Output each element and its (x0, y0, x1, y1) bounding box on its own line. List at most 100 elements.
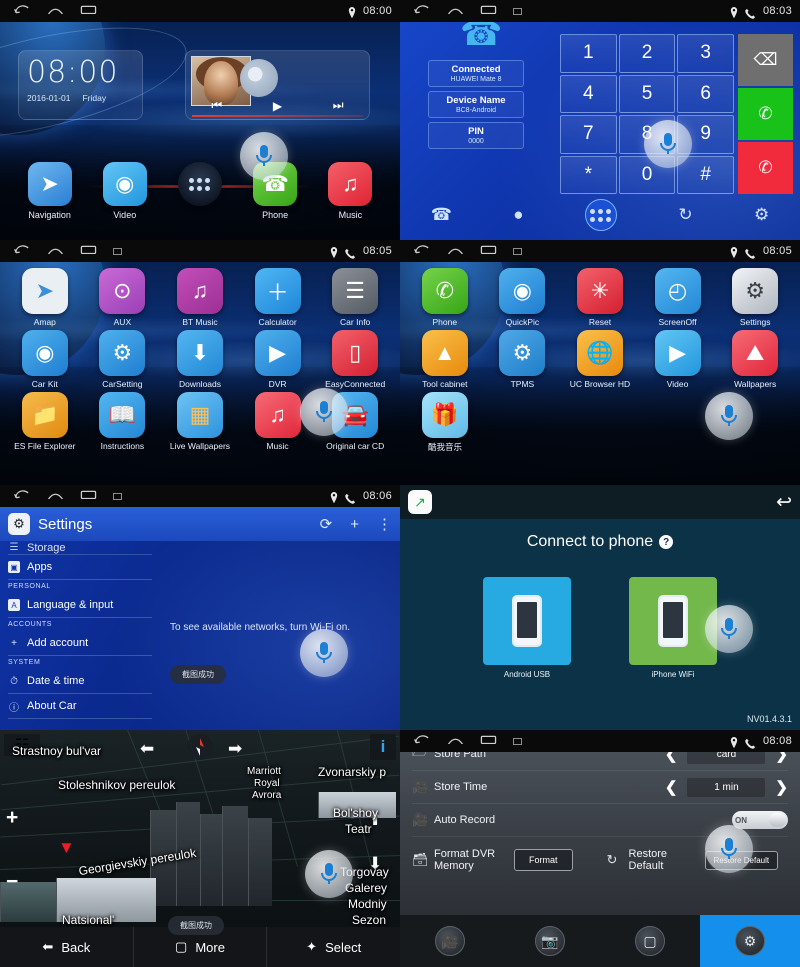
recents-icon[interactable] (80, 490, 97, 503)
dvr-nav-gallery[interactable]: ▢ (600, 915, 700, 967)
app-item-tpms[interactable]: ⚙ TPMS (484, 330, 562, 389)
sidebar-item-apps[interactable]: ▣ Apps (8, 555, 152, 580)
app-item-screenoff[interactable]: ◴ ScreenOff (639, 268, 717, 327)
voice-assistant-mic-icon[interactable] (240, 132, 288, 180)
dialpad-key[interactable]: 1 (560, 34, 617, 73)
call-log-icon[interactable]: ☎ (431, 205, 452, 225)
help-icon[interactable]: ? (659, 535, 674, 549)
voice-assistant-mic-icon[interactable] (300, 629, 348, 677)
dock-item-navigation[interactable]: ➤ Navigation (19, 162, 81, 220)
media-prev-button[interactable]: ⏮ (211, 98, 222, 113)
back-icon[interactable] (414, 734, 431, 748)
sidebar-item-date-time[interactable]: ⏱ Date & time (8, 669, 152, 694)
dialpad-key[interactable]: 3 (677, 34, 734, 73)
voice-assistant-mic-icon[interactable] (705, 605, 753, 653)
home-icon[interactable] (447, 5, 464, 18)
map-select-button[interactable]: ✦ Select (267, 927, 400, 967)
recents-icon[interactable] (80, 5, 97, 18)
media-progress-bar[interactable] (192, 115, 363, 117)
app-item-live-wallpapers[interactable]: ▦ Live Wallpapers (161, 392, 239, 451)
zoom-out-button[interactable]: − (6, 870, 18, 894)
dock-item-app-drawer[interactable] (169, 162, 231, 210)
app-item-car-kit[interactable]: ◉ Car Kit (6, 330, 84, 389)
dialpad-key[interactable]: 2 (618, 34, 676, 73)
rotate-icon[interactable]: ⟳ (320, 515, 333, 533)
call-button[interactable]: ✆ (738, 88, 793, 140)
dock-item-video[interactable]: ◉ Video (94, 162, 156, 220)
map-root[interactable]: ☷ ⬅ ➡ i + − ▼ ⬆ ⬇ Strastnoy bul'var Stol… (0, 730, 400, 967)
app-item-es-file-explorer[interactable]: 📁 ES File Explorer (6, 392, 84, 451)
arrow-left-icon[interactable]: ⬅ (140, 739, 154, 759)
option-android-usb[interactable]: Android USB (483, 577, 571, 679)
option-iphone-wifi[interactable]: iPhone WiFi (629, 577, 717, 679)
media-play-button[interactable]: ▶ (273, 99, 282, 113)
app-item-bt-music[interactable]: ♫ BT Music (161, 268, 239, 327)
overflow-menu-icon[interactable]: ⋮ (377, 515, 392, 533)
app-item-wallpapers[interactable]: ⛰ Wallpapers (716, 330, 794, 389)
recents-icon[interactable] (80, 245, 97, 258)
back-icon[interactable] (14, 489, 31, 503)
recents-icon[interactable] (480, 5, 497, 18)
next-value-button[interactable]: ❯ (775, 778, 788, 796)
app-item-uc-browser[interactable]: 🌐 UC Browser HD (561, 330, 639, 389)
dvr-nav-settings[interactable]: ⚙ (700, 915, 800, 967)
sidebar-item-about-car[interactable]: ⓘ About Car (8, 694, 152, 719)
settings-icon[interactable]: ⚙ (754, 205, 769, 225)
sidebar-item-add-account[interactable]: + Add account (8, 631, 152, 656)
voice-assistant-mic-icon[interactable] (705, 825, 753, 873)
prev-value-button[interactable]: ❮ (665, 778, 678, 796)
voice-assistant-mic-icon[interactable] (305, 850, 353, 898)
dock-item-music[interactable]: ♫ Music (319, 162, 381, 220)
app-item-amap[interactable]: ➤ Amap (6, 268, 84, 327)
info-icon[interactable]: i (370, 734, 396, 760)
app-item-phone[interactable]: ✆ Phone (406, 268, 484, 327)
app-item-car-info[interactable]: ☰ Car Info (316, 268, 394, 327)
keypad-icon[interactable] (584, 199, 617, 231)
app-item-video[interactable]: ▶ Video (639, 330, 717, 389)
compass-icon[interactable] (187, 734, 213, 760)
app-item-easyconnected[interactable]: ▯ EasyConnected (316, 330, 394, 389)
app-item-dvr[interactable]: ▶ DVR (239, 330, 317, 389)
voice-assistant-mic-icon[interactable] (300, 388, 348, 436)
app-item-quickpic[interactable]: ◉ QuickPic (484, 268, 562, 327)
sidebar-item-language-input[interactable]: A Language & input (8, 593, 152, 618)
home-icon[interactable] (447, 735, 464, 748)
app-item-settings[interactable]: ⚙ Settings (716, 268, 794, 327)
end-call-button[interactable]: ✆ (738, 142, 793, 194)
recents-icon[interactable] (480, 735, 497, 748)
map-back-button[interactable]: ⬅ Back (0, 927, 134, 967)
home-icon[interactable] (447, 245, 464, 258)
home-icon[interactable] (47, 5, 64, 18)
back-icon[interactable] (14, 4, 31, 18)
media-next-button[interactable]: ⏭ (333, 98, 344, 113)
backspace-icon[interactable]: ⌫ (738, 34, 793, 86)
dialpad-key[interactable]: # (677, 155, 734, 194)
back-icon[interactable] (414, 4, 431, 18)
dialpad-key[interactable]: * (560, 155, 617, 194)
home-icon[interactable] (47, 245, 64, 258)
app-item-kuwo-music[interactable]: 🎁 酷我音乐 (406, 392, 484, 453)
home-icon[interactable] (47, 490, 64, 503)
zoom-in-button[interactable]: + (6, 806, 18, 830)
dialpad-key[interactable]: 5 (618, 74, 676, 113)
dialpad-key[interactable]: 4 (560, 74, 617, 113)
dvr-nav-record[interactable]: 🎥 (400, 915, 500, 967)
arrow-right-icon[interactable]: ➡ (228, 739, 242, 759)
dialpad-key[interactable]: 7 (560, 115, 617, 154)
app-item-calculator[interactable]: ＋ Calculator (239, 268, 317, 327)
app-item-tool-cabinet[interactable]: ▲ Tool cabinet (406, 330, 484, 389)
auto-record-toggle[interactable]: ON (732, 811, 788, 829)
add-icon[interactable]: + (350, 516, 359, 533)
app-item-instructions[interactable]: 📖 Instructions (84, 392, 162, 451)
app-item-aux[interactable]: ⊙ AUX (84, 268, 162, 327)
back-icon[interactable] (14, 244, 31, 258)
format-button[interactable]: Format (514, 849, 573, 871)
clock-widget[interactable]: 08:00 2016-01-01 Friday (18, 50, 143, 120)
back-icon[interactable] (414, 244, 431, 258)
app-item-reset[interactable]: ✳ Reset (561, 268, 639, 327)
voice-assistant-mic-icon[interactable] (644, 120, 692, 168)
app-item-downloads[interactable]: ⬇ Downloads (161, 330, 239, 389)
sync-icon[interactable]: ↻ (678, 205, 692, 225)
back-icon[interactable]: ↩ (776, 491, 792, 514)
dialpad-key[interactable]: 6 (677, 74, 734, 113)
